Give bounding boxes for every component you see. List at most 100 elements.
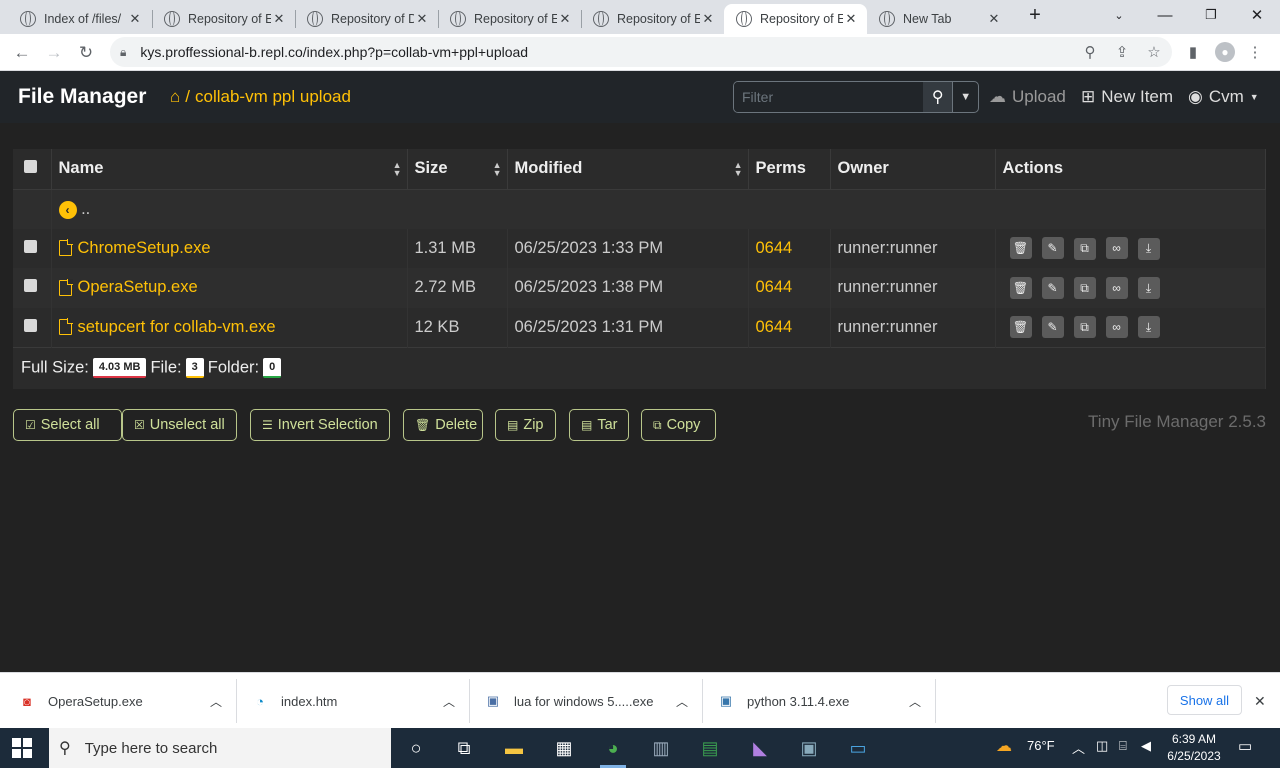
breadcrumb-current[interactable]: collab-vm ppl upload [195, 87, 351, 107]
link-icon[interactable]: ∞ [1105, 237, 1128, 259]
trash-icon[interactable]: 🗑︎ [1009, 315, 1032, 338]
zoom-icon[interactable]: ⚲ [1080, 42, 1100, 62]
close-icon[interactable]: ✕ [986, 11, 1002, 27]
taskbar-clock[interactable]: 6:39 AM 6/25/2023 [1164, 731, 1224, 765]
parent-folder-label[interactable]: .. [81, 200, 90, 218]
filter-dropdown-caret-icon[interactable]: ▼ [952, 82, 978, 112]
column-header-name[interactable]: Name ▲ ▼ [51, 149, 408, 190]
browser-tab[interactable]: Repository of E ✕ [581, 4, 724, 34]
reload-button[interactable]: ↻ [73, 40, 99, 66]
volume-icon[interactable]: ◀ [1141, 738, 1151, 754]
copy-icon[interactable]: ⧉ [1073, 237, 1096, 260]
app-icon[interactable]: ▥ [646, 734, 676, 762]
download-icon[interactable]: ⤓ [1137, 277, 1160, 299]
windows-start-icon[interactable] [12, 738, 32, 758]
installer-icon[interactable]: ▣ [794, 734, 824, 762]
chevron-up-icon[interactable]: ︿ [676, 693, 688, 710]
spreadsheet-icon[interactable]: ▤ [695, 734, 725, 762]
file-name-link[interactable]: OperaSetup.exe [78, 278, 198, 297]
chrome-icon[interactable]: ◕ [598, 734, 628, 768]
profile-avatar-icon[interactable]: ● [1215, 42, 1235, 62]
tray-chevron-icon[interactable]: ︿ [1072, 738, 1085, 757]
file-perms-link[interactable]: 0644 [748, 228, 831, 268]
home-icon[interactable]: ⌂ [170, 87, 180, 107]
copy-button[interactable]: ⧉ Copy [641, 409, 716, 441]
trash-icon[interactable]: 🗑︎ [1009, 237, 1032, 259]
browser-tab[interactable]: Repository of E ✕ [438, 4, 581, 34]
new-item-link[interactable]: ⊞ New Item [1081, 87, 1173, 107]
close-icon[interactable]: ✕ [414, 11, 430, 27]
delete-button[interactable]: 🗑︎ Delete [403, 409, 483, 441]
restore-button[interactable]: ❐ [1188, 0, 1234, 30]
version-text[interactable]: Tiny File Manager 2.5.3 [1088, 412, 1266, 432]
address-bar[interactable]: 🔒︎ kys.proffessional-b.repl.co/index.php… [110, 37, 1172, 67]
tab-search-icon[interactable]: ⌄ [1096, 0, 1142, 30]
download-item[interactable]: ▣ python 3.11.4.exe ︿ [717, 673, 935, 729]
upload-link[interactable]: ☁ Upload [989, 87, 1066, 107]
chevron-up-icon[interactable]: ︿ [210, 693, 222, 710]
browser-tab[interactable]: New Tab ✕ [867, 4, 1010, 34]
file-perms-link[interactable]: 0644 [748, 268, 831, 308]
copy-icon[interactable]: ⧉ [1073, 316, 1096, 339]
wifi-icon[interactable]: ⌸ [1119, 738, 1127, 754]
browser-tab-active[interactable]: Repository of E ✕ [724, 4, 867, 34]
back-button[interactable]: ← [9, 40, 35, 66]
link-icon[interactable]: ∞ [1105, 315, 1128, 338]
zip-button[interactable]: ▤ Zip [495, 409, 556, 441]
unselect-all-button[interactable]: ☒ Unselect all [122, 409, 237, 441]
side-panel-icon[interactable]: ▮ [1183, 42, 1203, 62]
close-icon[interactable]: ✕ [843, 11, 859, 27]
share-icon[interactable]: ⇪ [1112, 42, 1132, 62]
close-icon[interactable]: ✕ [127, 11, 143, 27]
chevron-up-icon[interactable]: ︿ [443, 693, 455, 710]
browser-tab[interactable]: Index of /files/ ✕ [8, 4, 151, 34]
header-checkbox[interactable] [24, 160, 37, 174]
select-all-button[interactable]: ☑ Select all [13, 409, 122, 441]
user-menu[interactable]: ◉ Cvm ▼ [1188, 87, 1259, 107]
network-icon[interactable]: ◫ [1096, 738, 1108, 754]
invert-selection-button[interactable]: ☰ Invert Selection [250, 409, 390, 441]
row-checkbox[interactable] [24, 318, 37, 332]
browser-tab[interactable]: Repository of D ✕ [295, 4, 438, 34]
column-header-size[interactable]: Size ▲ ▼ [407, 149, 508, 190]
weather-icon[interactable]: ☁ [996, 736, 1012, 756]
link-icon[interactable]: ∞ [1105, 276, 1128, 299]
menu-kebab-icon[interactable]: ⋮ [1245, 42, 1265, 62]
settings-app-icon[interactable]: ▭ [843, 734, 873, 762]
file-perms-link[interactable]: 0644 [748, 307, 831, 347]
parent-folder-row[interactable]: ‹ .. [13, 189, 1266, 229]
window-close-button[interactable]: ✕ [1234, 0, 1280, 30]
file-name-link[interactable]: ChromeSetup.exe [78, 239, 211, 258]
brand-title[interactable]: File Manager [18, 85, 146, 109]
download-icon[interactable]: ⤓ [1137, 316, 1160, 339]
column-header-modified[interactable]: Modified ▲ ▼ [507, 149, 749, 190]
close-icon[interactable]: ✕ [271, 11, 287, 27]
bookmark-star-icon[interactable]: ☆ [1144, 42, 1164, 62]
cortana-icon[interactable]: ○ [401, 734, 431, 762]
forward-button[interactable]: → [41, 40, 67, 66]
new-tab-button[interactable]: + [1012, 0, 1058, 30]
close-shelf-icon[interactable]: ✕ [1254, 673, 1270, 729]
edit-icon[interactable]: ✎ [1041, 276, 1064, 299]
search-icon[interactable]: ⚲ [923, 82, 953, 112]
notifications-icon[interactable]: ▭ [1238, 737, 1252, 755]
minimize-button[interactable]: — [1142, 0, 1188, 30]
row-checkbox[interactable] [24, 239, 37, 253]
temperature[interactable]: 76°F [1027, 738, 1055, 753]
edit-icon[interactable]: ✎ [1041, 237, 1064, 259]
show-all-button[interactable]: Show all [1167, 685, 1242, 715]
tar-button[interactable]: ▤ Tar [569, 409, 629, 441]
row-checkbox[interactable] [24, 279, 37, 293]
parent-folder-icon[interactable]: ‹ [58, 200, 77, 219]
download-icon[interactable]: ⤓ [1137, 237, 1160, 260]
filter-input[interactable] [734, 82, 923, 112]
taskbar-search[interactable]: ⚲ Type here to search [49, 728, 391, 768]
browser-tab[interactable]: Repository of E ✕ [152, 4, 295, 34]
edit-icon[interactable]: ✎ [1041, 315, 1064, 338]
copy-icon[interactable]: ⧉ [1073, 277, 1096, 299]
download-item[interactable]: ◔ index.htm ︿ [251, 673, 469, 729]
task-view-icon[interactable]: ⧉ [449, 734, 479, 762]
store-icon[interactable]: ▦ [549, 734, 579, 762]
chevron-up-icon[interactable]: ︿ [909, 693, 921, 710]
visual-studio-icon[interactable]: ◣ [745, 734, 775, 762]
